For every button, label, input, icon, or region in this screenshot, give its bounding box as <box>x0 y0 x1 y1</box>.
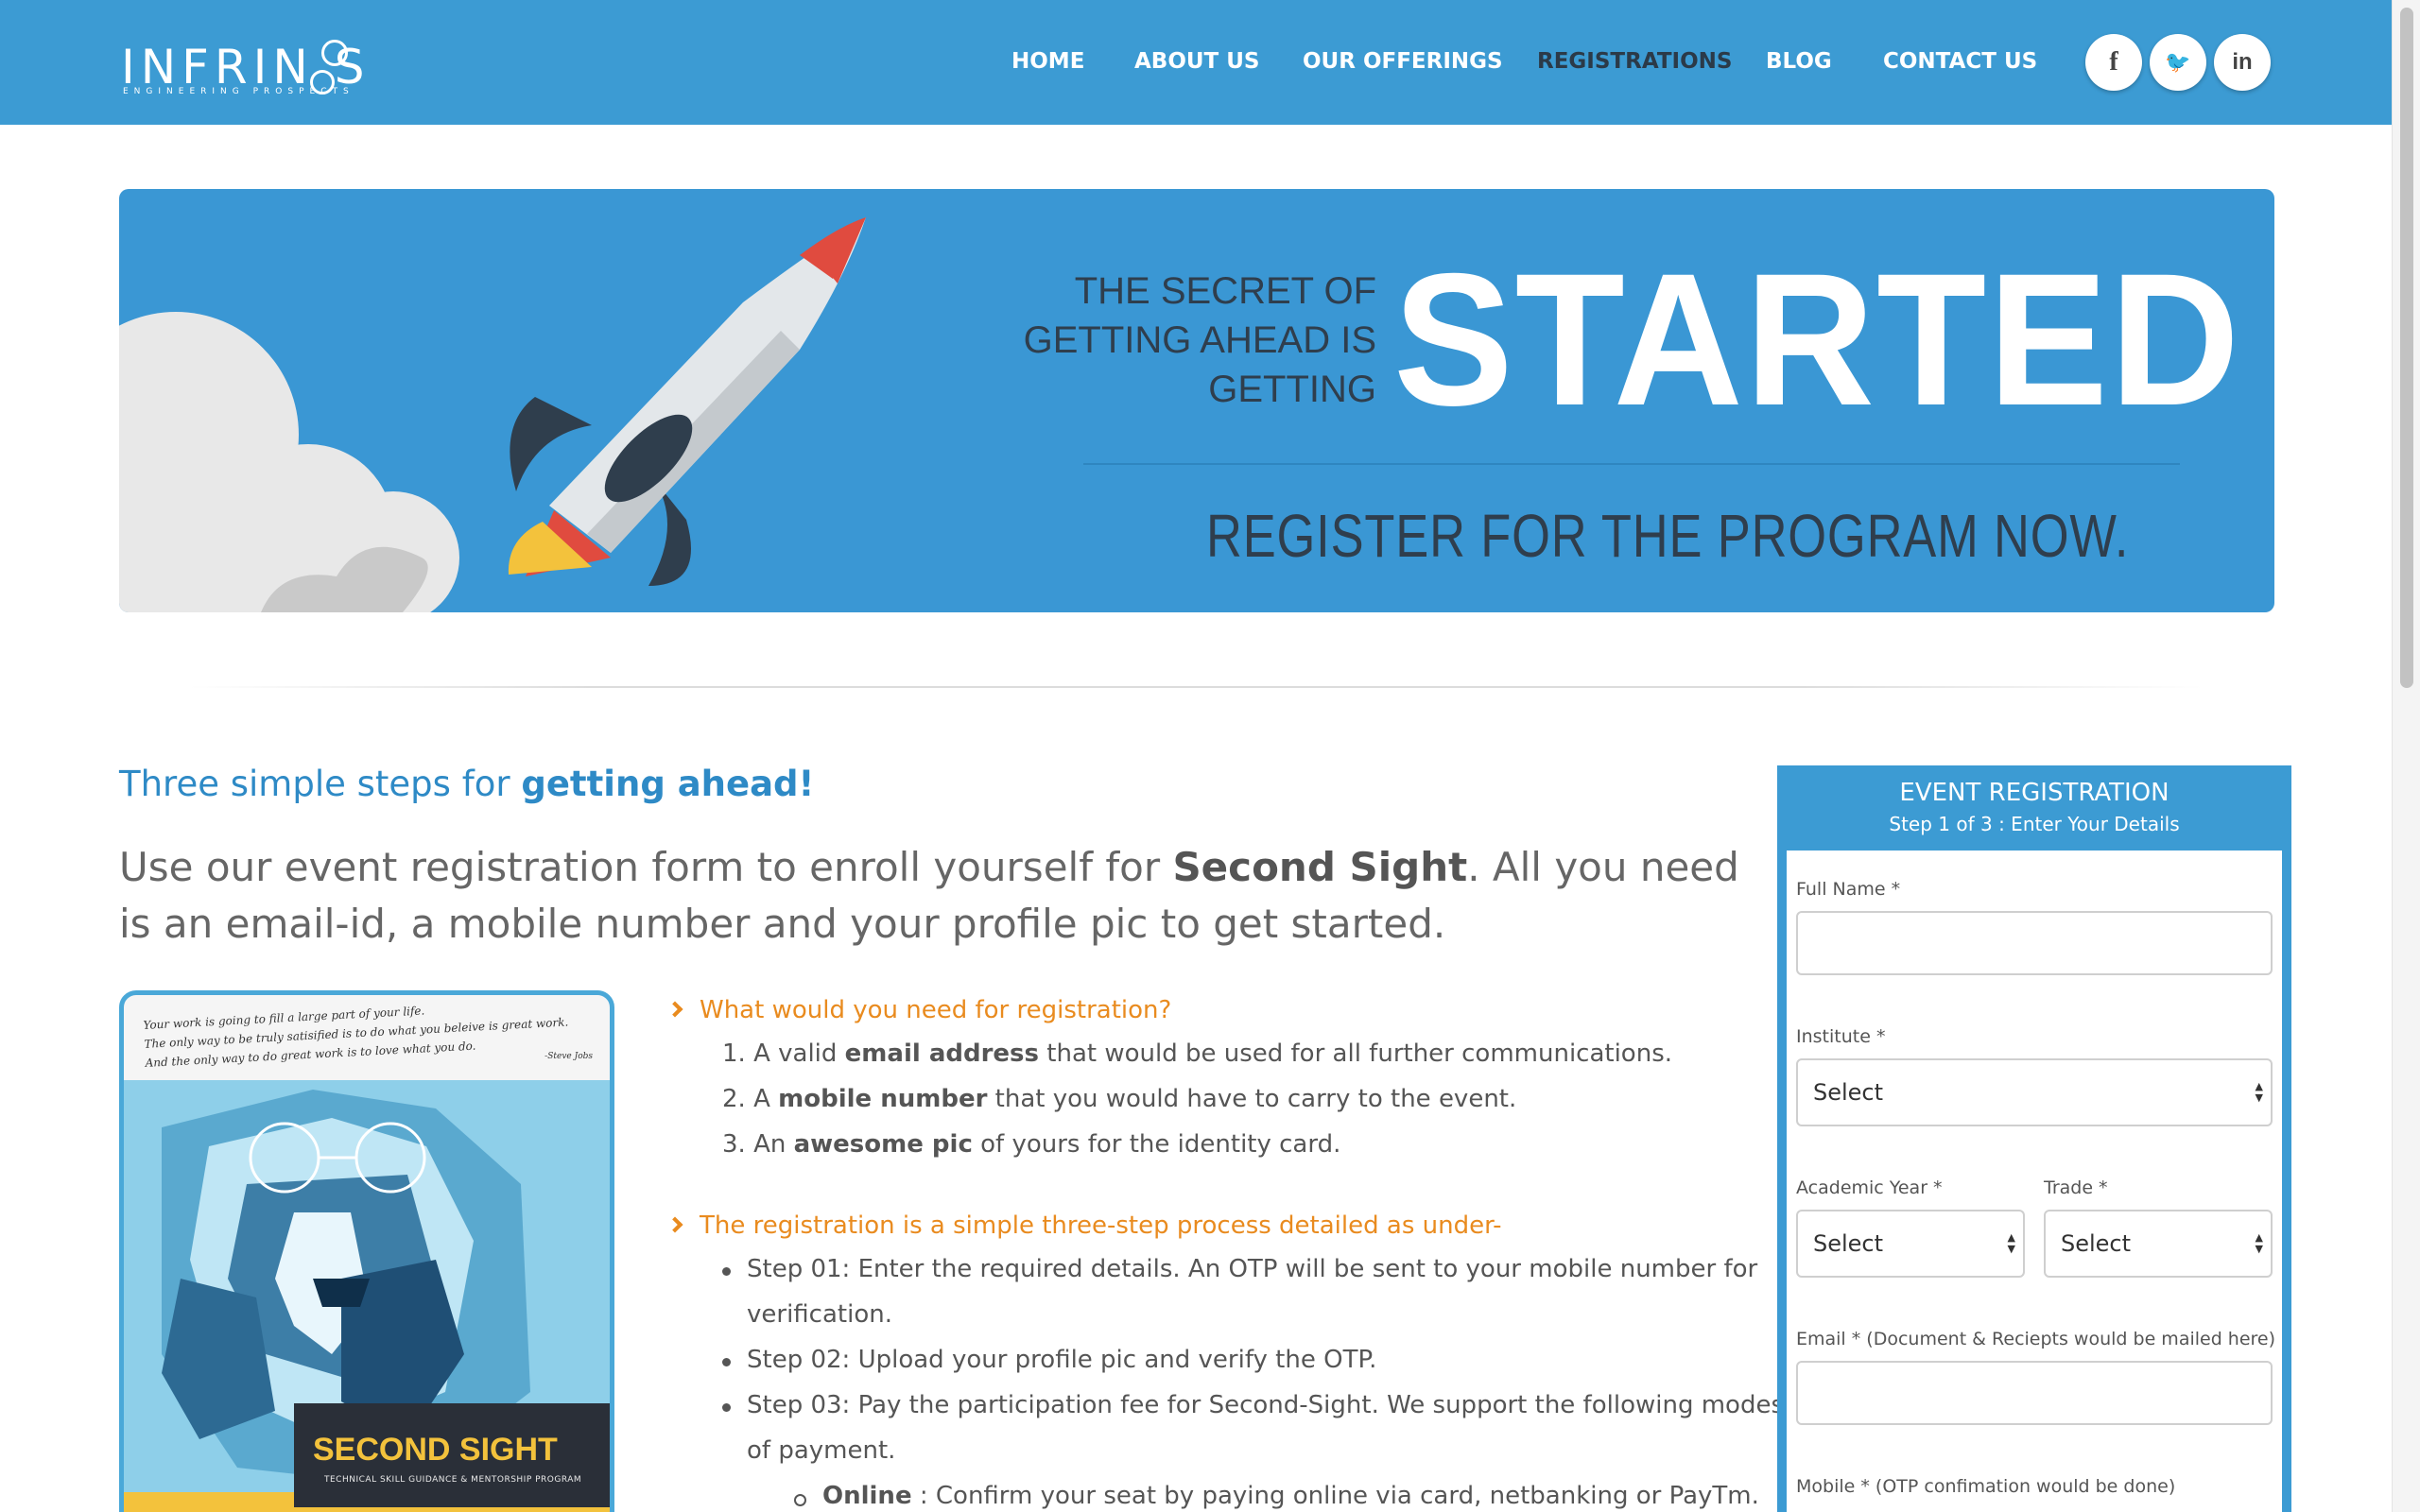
linkedin-icon[interactable]: in <box>2214 34 2271 91</box>
poster-title: SECOND SIGHT <box>313 1432 558 1468</box>
logo-ring-icon <box>321 40 348 66</box>
form-body: Full Name * Institute * Select ▲ ▼ Academi… <box>1787 850 2282 1512</box>
full-name-input[interactable] <box>1796 911 2273 975</box>
program-name: Second Sight <box>1172 844 1468 890</box>
banner-cta: REGISTER FOR THE PROGRAM NOW. <box>1206 502 2130 570</box>
nav-registrations[interactable]: REGISTRATIONS <box>1537 49 1732 74</box>
trade-value: Select <box>2061 1230 2132 1257</box>
program-poster: Your work is going to fill a large part … <box>119 990 614 1512</box>
list-item-continued: verification. <box>747 1300 892 1329</box>
nav-blog[interactable]: BLOG <box>1766 49 1832 74</box>
select-arrows-icon: ▲ ▼ <box>2255 1080 2263 1104</box>
chevron-right-icon <box>666 1001 683 1018</box>
item-emphasis: awesome pic <box>793 1130 973 1159</box>
institute-value: Select <box>1813 1079 1884 1106</box>
logo-tagline: ENGINEERING PROSPECTS <box>123 87 354 96</box>
chevron-right-icon <box>666 1216 683 1233</box>
nav-about-us[interactable]: ABOUT US <box>1134 49 1260 74</box>
twitter-icon[interactable]: 🐦 <box>2150 34 2206 91</box>
item-text: that would be used for all further commu… <box>1039 1040 1673 1068</box>
full-name-label: Full Name * <box>1796 879 1901 900</box>
mobile-label: Mobile * (OTP confimation would be done) <box>1796 1476 2176 1497</box>
item-text: A <box>753 1085 779 1113</box>
heading-emphasis: getting ahead! <box>521 764 815 804</box>
scrollbar-thumb[interactable] <box>2400 8 2413 688</box>
nav-our-offerings[interactable]: OUR OFFERINGS <box>1303 49 1503 74</box>
banner-line-3: GETTING <box>1208 369 1376 410</box>
item-number: 2. <box>722 1085 746 1113</box>
intro-paragraph: Use our event registration form to enrol… <box>119 839 1745 953</box>
trade-label: Trade * <box>2044 1177 2108 1198</box>
process-heading: The registration is a simple three-step … <box>666 1211 1502 1240</box>
academic-year-select[interactable]: Select ▲ ▼ <box>1796 1210 2025 1278</box>
select-arrows-icon: ▲ ▼ <box>2007 1231 2015 1255</box>
intro-text: Use our event registration form to enrol… <box>119 844 1173 890</box>
facebook-icon[interactable]: f <box>2085 34 2142 91</box>
banner-divider <box>1083 463 2180 465</box>
academic-year-label: Academic Year * <box>1796 1177 1943 1198</box>
item-text: An <box>753 1130 794 1159</box>
form-step: Step 1 of 3 : Enter Your Details <box>1889 813 2180 835</box>
rocket-icon <box>508 217 866 586</box>
payment-mode: Online <box>822 1482 912 1510</box>
hero-banner[interactable]: THE SECRET OF GETTING AHEAD IS GETTING S… <box>119 189 2274 612</box>
item-number: 1. <box>722 1040 746 1068</box>
requirements-question: What would you need for registration? <box>700 996 1172 1024</box>
item-emphasis: email address <box>844 1040 1039 1068</box>
academic-year-value: Select <box>1813 1230 1884 1257</box>
site-header: INFRIN S ENGINEERING PROSPECTS HOME ABOU… <box>0 0 2392 125</box>
list-item-continued: of payment. <box>747 1436 896 1465</box>
select-arrows-icon: ▲ ▼ <box>2255 1231 2263 1255</box>
list-item: Step 01: Enter the required details. An … <box>721 1255 1758 1283</box>
item-text: A valid <box>753 1040 845 1068</box>
nav-contact-us[interactable]: CONTACT US <box>1883 49 2037 74</box>
event-registration-form: EVENT REGISTRATION Step 1 of 3 : Enter Y… <box>1777 765 2291 1512</box>
brand-logo[interactable]: INFRIN S ENGINEERING PROSPECTS <box>121 34 424 110</box>
list-item: 3. An awesome pic of yours for the ident… <box>722 1130 1340 1159</box>
list-item: Step 03: Pay the participation fee for S… <box>722 1391 1784 1419</box>
list-item: Step 02: Upload your profile pic and ver… <box>721 1346 1377 1374</box>
process-question: The registration is a simple three-step … <box>700 1211 1502 1240</box>
form-title: EVENT REGISTRATION <box>1899 779 2169 807</box>
quote-author: -Steve Jobs <box>544 1052 593 1061</box>
banner-line-2: GETTING AHEAD IS <box>1023 319 1376 361</box>
item-text: that you would have to carry to the even… <box>987 1085 1517 1113</box>
item-text: of yours for the identity card. <box>972 1130 1341 1159</box>
section-divider <box>189 686 2203 688</box>
item-emphasis: mobile number <box>778 1085 988 1113</box>
requirements-heading: What would you need for registration? <box>666 996 1172 1024</box>
email-input[interactable] <box>1796 1361 2273 1425</box>
item-number: 3. <box>722 1130 746 1159</box>
banner-tagline: THE SECRET OF GETTING AHEAD IS GETTING <box>1024 266 1376 414</box>
payment-mode-text: : Confirm your seat by paying online via… <box>911 1482 1759 1510</box>
nav-home[interactable]: HOME <box>1011 49 1084 74</box>
list-item: 2. A mobile number that you would have t… <box>722 1085 1516 1113</box>
list-item: 1. A valid email address that would be u… <box>722 1040 1672 1068</box>
email-label: Email * (Document & Reciepts would be ma… <box>1796 1329 2276 1349</box>
section-heading: Three simple steps for getting ahead! <box>119 764 814 804</box>
poster-subtitle: TECHNICAL SKILL GUIDANCE & MENTORSHIP PR… <box>324 1475 582 1485</box>
page-scrollbar[interactable] <box>2392 0 2420 1512</box>
banner-headline: STARTED <box>1393 234 2242 446</box>
banner-line-1: THE SECRET OF <box>1074 270 1376 312</box>
institute-label: Institute * <box>1796 1026 1886 1047</box>
institute-select[interactable]: Select ▲ ▼ <box>1796 1058 2273 1126</box>
heading-text: Three simple steps for <box>119 764 522 804</box>
trade-select[interactable]: Select ▲ ▼ <box>2044 1210 2273 1278</box>
sub-list-item: Online : Confirm your seat by paying onl… <box>794 1482 1759 1510</box>
